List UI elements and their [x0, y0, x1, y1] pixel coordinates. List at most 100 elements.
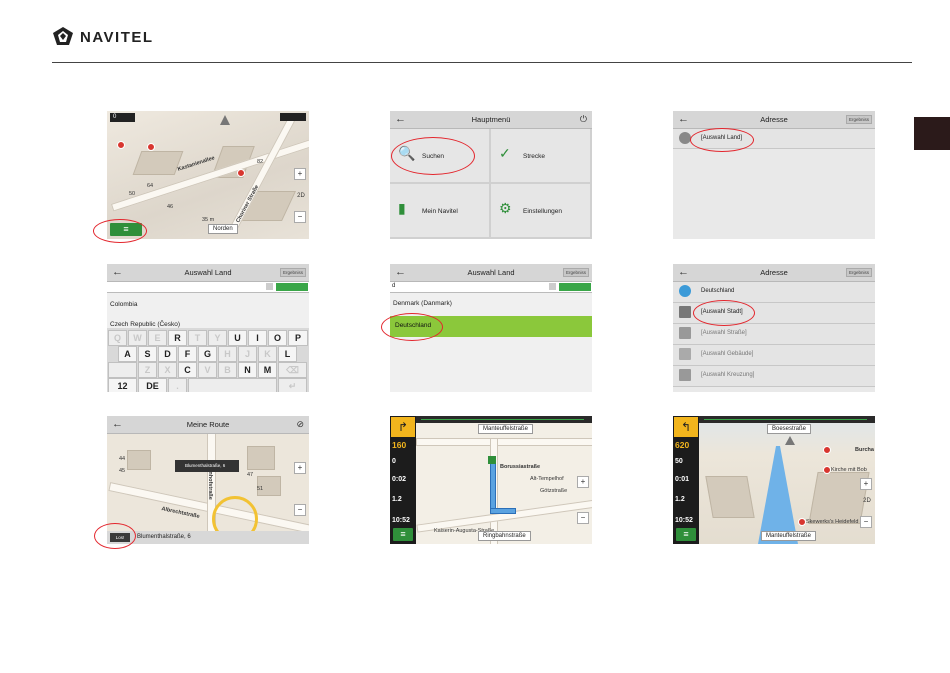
status-bar: [280, 113, 306, 121]
crossing-icon: [679, 369, 691, 381]
list-item-street[interactable]: [Auswahl Straße]: [673, 324, 875, 345]
key[interactable]: J: [238, 346, 257, 362]
key[interactable]: W: [128, 330, 147, 346]
key[interactable]: N: [238, 362, 257, 378]
zoom-out-button[interactable]: −: [294, 504, 306, 516]
key[interactable]: M: [258, 362, 277, 378]
keyboard-toggle-icon[interactable]: [559, 283, 591, 291]
building: [132, 151, 184, 175]
key[interactable]: T: [188, 330, 207, 346]
highlight-oval: [93, 219, 147, 243]
speed-value: 620: [675, 440, 690, 450]
key[interactable]: X: [158, 362, 177, 378]
turn-arrow-icon: ↱: [391, 417, 415, 437]
search-input[interactable]: d: [390, 282, 592, 293]
key[interactable]: B: [218, 362, 237, 378]
zoom-out-button[interactable]: −: [577, 512, 589, 524]
clear-icon[interactable]: [266, 283, 273, 290]
zoom-in-button[interactable]: +: [577, 476, 589, 488]
road: [416, 438, 592, 446]
results-button[interactable]: Ergebniss: [562, 268, 589, 277]
key[interactable]: O: [268, 330, 287, 346]
key[interactable]: G: [198, 346, 217, 362]
dot-key[interactable]: .: [168, 378, 187, 392]
key[interactable]: F: [178, 346, 197, 362]
time-remaining: 0:01: [675, 476, 690, 483]
poi-pin[interactable]: [147, 143, 155, 151]
screenshot-navigation-3d: Burcha Kirche mit Bob Skewerks's Heidefe…: [673, 416, 875, 544]
list-item[interactable]: Denmark (Danmark): [393, 300, 452, 307]
poi-pin[interactable]: [823, 466, 831, 474]
numbers-key[interactable]: 12: [108, 378, 137, 392]
poi-pin[interactable]: [798, 518, 806, 526]
side-section-tab: [914, 117, 950, 150]
house-number: 51: [257, 486, 264, 492]
key[interactable]: P: [288, 330, 308, 346]
menu-item-my-navitel[interactable]: ▮ Mein Navitel: [390, 184, 489, 237]
view-mode-button[interactable]: 2D: [296, 191, 306, 201]
compass-icon[interactable]: ⊘: [296, 419, 304, 430]
key[interactable]: E: [148, 330, 167, 346]
power-icon[interactable]: ⏻: [580, 114, 587, 125]
header-divider: [52, 62, 912, 63]
street-label: Götzstraße: [540, 488, 568, 494]
key[interactable]: R: [168, 330, 187, 346]
key[interactable]: U: [228, 330, 247, 346]
zoom-in-button[interactable]: +: [294, 168, 306, 180]
key[interactable]: I: [248, 330, 267, 346]
compass-icon[interactable]: [785, 436, 795, 445]
list-item-country[interactable]: Deutschland: [673, 282, 875, 303]
key[interactable]: S: [138, 346, 157, 362]
location-popup[interactable]: Blumenthalstraße, 6: [175, 460, 239, 472]
poi-pin[interactable]: [237, 169, 245, 177]
title-bar: ← Adresse Ergebniss: [673, 264, 875, 282]
enter-key[interactable]: ↵: [278, 378, 307, 392]
zoom-out-button[interactable]: −: [294, 211, 306, 223]
menu-button[interactable]: ≡: [676, 528, 696, 541]
key[interactable]: D: [158, 346, 177, 362]
list-item-building[interactable]: [Auswahl Gebäude]: [673, 345, 875, 366]
poi-pin[interactable]: [117, 141, 125, 149]
poi-label: Kirche mit Bob: [831, 467, 867, 473]
key[interactable]: Q: [108, 330, 127, 346]
zoom-out-button[interactable]: −: [860, 516, 872, 528]
menu-button[interactable]: ≡: [393, 528, 413, 541]
screenshot-main-menu: ← Hauptmenü ⏻ 🔍 Suchen ✓ Strecke ▮ Mein …: [390, 111, 592, 239]
house-number: 82: [257, 159, 264, 165]
street-label: Alt-Tempelhof: [530, 476, 564, 482]
results-button[interactable]: Ergebniss: [845, 268, 872, 277]
menu-item-settings[interactable]: ⚙ Einstellungen: [491, 184, 590, 237]
zoom-in-button[interactable]: +: [294, 462, 306, 474]
key[interactable]: H: [218, 346, 237, 362]
highlight-oval: [693, 300, 755, 326]
key[interactable]: Z: [138, 362, 157, 378]
results-button[interactable]: Ergebniss: [279, 268, 306, 277]
building: [247, 446, 275, 470]
title-bar: ← Adresse Ergebniss: [673, 111, 875, 129]
keyboard-toggle-icon[interactable]: [276, 283, 308, 291]
zoom-in-button[interactable]: +: [860, 478, 872, 490]
key[interactable]: C: [178, 362, 197, 378]
list-item[interactable]: Czech Republic (Česko): [110, 321, 180, 328]
backspace-key[interactable]: ⌫: [278, 362, 307, 378]
key[interactable]: V: [198, 362, 217, 378]
key[interactable]: L: [278, 346, 297, 362]
screen-title: Adresse: [760, 115, 788, 124]
shift-key[interactable]: [108, 362, 137, 378]
key[interactable]: K: [258, 346, 277, 362]
menu-item-route[interactable]: ✓ Strecke: [491, 129, 590, 182]
list-item[interactable]: Colombia: [110, 301, 137, 308]
poi-pin[interactable]: [823, 446, 831, 454]
search-input[interactable]: [107, 282, 309, 293]
compass-icon[interactable]: [220, 115, 230, 125]
key[interactable]: Y: [208, 330, 227, 346]
language-key[interactable]: DE: [138, 378, 167, 392]
key[interactable]: A: [118, 346, 137, 362]
view-mode-button[interactable]: 2D: [862, 496, 872, 506]
clear-icon[interactable]: [549, 283, 556, 290]
space-key[interactable]: [188, 378, 277, 392]
results-button[interactable]: Ergebniss: [845, 115, 872, 124]
list-item-crossing[interactable]: [Auswahl Kreuzung]: [673, 366, 875, 387]
building: [705, 476, 755, 518]
my-navitel-icon: ▮: [398, 200, 406, 216]
